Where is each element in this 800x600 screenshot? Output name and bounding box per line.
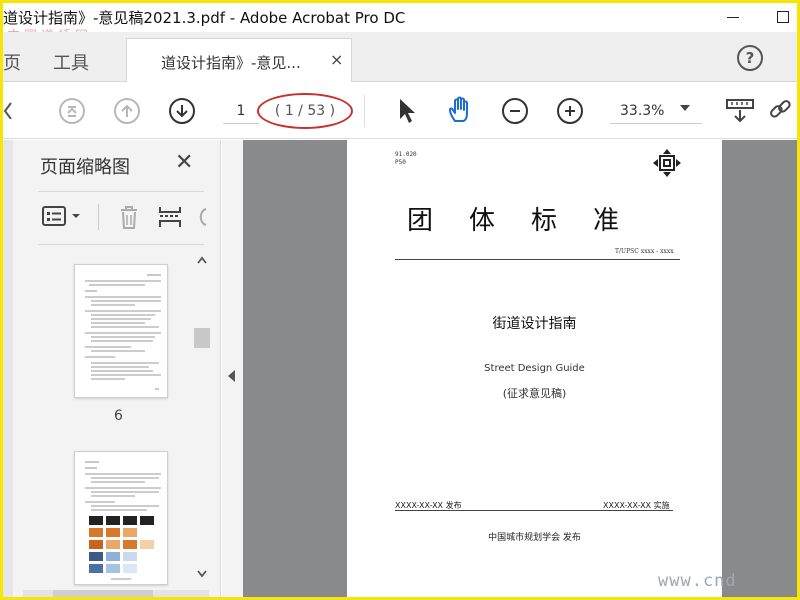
pdf-page: 91.020 P50 团体标准 T/UPSC xxxx - xxxx 街道设计指… bbox=[347, 140, 722, 597]
collapse-pane-handle[interactable] bbox=[222, 140, 243, 597]
tab-document[interactable]: 道设计指南》-意见... × bbox=[126, 38, 352, 82]
thumbnail-options-button[interactable] bbox=[41, 204, 85, 232]
publisher: 中国城市规划学会 发布 bbox=[488, 533, 581, 543]
page-heading: 团体标准 bbox=[407, 206, 656, 236]
toolbar-divider bbox=[364, 95, 365, 127]
zoom-in-button[interactable] bbox=[557, 98, 583, 124]
scroll-up-icon[interactable] bbox=[197, 256, 207, 264]
close-icon[interactable]: ✕ bbox=[175, 150, 193, 175]
maximize-button[interactable] bbox=[768, 6, 797, 28]
divider bbox=[38, 244, 204, 245]
hand-icon bbox=[449, 96, 468, 122]
thumbnails-hscrollbar[interactable] bbox=[23, 590, 209, 597]
toolbar: 1 ( 1 / 53 ) 33.3% bbox=[3, 83, 797, 139]
help-icon[interactable]: ? bbox=[737, 45, 763, 71]
hand-tool-button[interactable] bbox=[446, 95, 476, 129]
ics-code: 91.020 bbox=[395, 151, 417, 158]
link-tool-button[interactable] bbox=[767, 97, 793, 127]
document-view[interactable]: 91.020 P50 团体标准 T/UPSC xxxx - xxxx 街道设计指… bbox=[243, 140, 797, 597]
chevron-left-icon[interactable] bbox=[228, 370, 235, 382]
previous-page-button[interactable] bbox=[114, 98, 140, 124]
thumbnails-scrollbar[interactable] bbox=[193, 250, 211, 590]
trash-icon bbox=[121, 206, 137, 229]
document-title-en: Street Design Guide bbox=[484, 363, 585, 374]
maximize-icon bbox=[777, 11, 789, 23]
organization-logo bbox=[652, 148, 682, 182]
watermark-bottom-right: www.cnd bbox=[658, 571, 737, 591]
pane-notch bbox=[13, 170, 21, 186]
page-thumbnail[interactable] bbox=[74, 451, 168, 585]
arrow-up-icon bbox=[121, 104, 133, 117]
page-thumbnail[interactable] bbox=[74, 264, 168, 398]
page-number-input[interactable]: 1 bbox=[223, 98, 259, 124]
arrow-down-icon bbox=[176, 105, 188, 118]
minimize-button[interactable] bbox=[718, 6, 748, 28]
page-count: ( 1 / 53 ) bbox=[274, 103, 336, 119]
tab-document-label: 道设计指南》-意见... bbox=[161, 54, 301, 72]
title-bar: 道设计指南》-意见稿2021.3.pdf - Adobe Acrobat Pro… bbox=[3, 3, 797, 32]
divider bbox=[395, 510, 673, 511]
scrollbar-thumb[interactable] bbox=[194, 328, 210, 348]
rotate-page-button[interactable] bbox=[196, 204, 208, 234]
standard-number: T/UPSC xxxx - xxxx bbox=[615, 248, 674, 255]
toolbar-scroll-left-icon[interactable] bbox=[3, 99, 13, 123]
app-window: 道设计指南》-意见稿2021.3.pdf - Adobe Acrobat Pro… bbox=[3, 3, 797, 597]
close-icon[interactable]: × bbox=[330, 50, 343, 69]
divider bbox=[395, 259, 680, 260]
thumbnail-preview bbox=[85, 461, 161, 580]
left-rail bbox=[3, 140, 13, 597]
chevron-down-icon[interactable] bbox=[680, 105, 690, 111]
rotate-icon bbox=[199, 208, 207, 226]
plus-icon bbox=[565, 106, 575, 116]
tab-home[interactable]: 页 bbox=[3, 49, 21, 75]
draft-label: (征求意见稿) bbox=[502, 387, 567, 400]
tab-tools[interactable]: 工具 bbox=[53, 49, 89, 75]
link-icon bbox=[770, 100, 791, 118]
toolbar-divider bbox=[98, 204, 99, 230]
minimize-icon bbox=[727, 16, 739, 18]
select-tool-button[interactable] bbox=[396, 97, 418, 129]
ccs-code: P50 bbox=[395, 159, 406, 166]
zoom-level-select[interactable]: 33.3% bbox=[610, 98, 702, 124]
thumbnails-pane: 页面缩略图 ✕ 6 bbox=[3, 140, 221, 597]
divider bbox=[38, 191, 204, 192]
measure-tool-button[interactable] bbox=[725, 97, 755, 129]
zoom-out-button[interactable] bbox=[502, 98, 528, 124]
thumbnails-title: 页面缩略图 bbox=[40, 157, 130, 178]
list-options-icon bbox=[42, 206, 80, 226]
scrollbar-thumb[interactable] bbox=[53, 590, 153, 597]
cursor-arrow-icon bbox=[400, 99, 415, 123]
delete-page-button[interactable] bbox=[116, 204, 142, 234]
document-title-cn: 街道设计指南 bbox=[492, 316, 577, 332]
ruler-icon bbox=[726, 99, 754, 123]
minus-icon bbox=[510, 110, 520, 112]
first-page-button[interactable] bbox=[59, 98, 85, 124]
next-page-button[interactable] bbox=[169, 98, 195, 124]
scroll-down-icon[interactable] bbox=[197, 570, 207, 578]
thumbnail-preview bbox=[85, 274, 161, 390]
thumbnail-page-number: 6 bbox=[114, 408, 123, 424]
first-page-icon bbox=[67, 106, 77, 117]
extract-pages-button[interactable] bbox=[156, 204, 184, 234]
tab-bar: 页 工具 道设计指南》-意见... × ? bbox=[3, 32, 797, 82]
extract-icon bbox=[159, 207, 181, 227]
